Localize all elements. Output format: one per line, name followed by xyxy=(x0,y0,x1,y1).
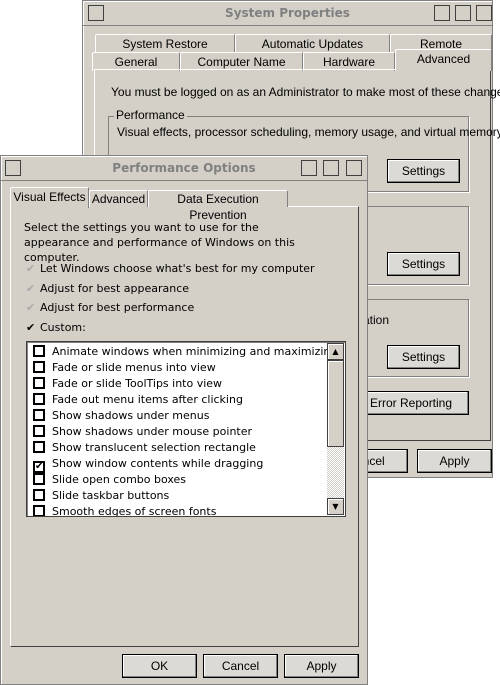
performance-label: Performance xyxy=(114,108,187,122)
system-menu-icon[interactable] xyxy=(5,160,21,176)
check-icon: ✔ xyxy=(26,321,36,334)
effect-label: Slide taskbar buttons xyxy=(52,489,170,502)
effect-item[interactable]: Show translucent selection rectangle xyxy=(27,440,345,456)
option-best-appearance[interactable]: ✔ Adjust for best appearance xyxy=(26,282,189,295)
scroll-down-button[interactable]: ▼ xyxy=(327,498,344,515)
effect-label: Slide open combo boxes xyxy=(52,473,187,486)
check-icon: ✔ xyxy=(26,301,36,314)
startup-recovery-settings-button[interactable]: Settings xyxy=(387,345,460,369)
tab-visual-effects[interactable]: Visual Effects xyxy=(10,187,89,208)
admin-note: You must be logged on as an Administrato… xyxy=(111,85,500,99)
effect-item[interactable]: Show shadows under mouse pointer xyxy=(27,424,345,440)
maximize-icon[interactable] xyxy=(323,160,339,176)
check-icon: ✔ xyxy=(26,262,36,275)
tab-advanced[interactable]: Advanced xyxy=(395,49,492,71)
option-label: Let Windows choose what's best for my co… xyxy=(40,262,315,275)
user-profiles-settings-button[interactable]: Settings xyxy=(387,252,460,276)
checkbox[interactable] xyxy=(33,505,45,516)
checkbox[interactable] xyxy=(33,425,45,437)
effect-item[interactable]: Slide taskbar buttons xyxy=(27,488,345,504)
apply-button[interactable]: Apply xyxy=(417,449,492,473)
window-title: Performance Options xyxy=(112,161,256,175)
effect-item[interactable]: Animate windows when minimizing and maxi… xyxy=(27,344,345,360)
option-label: Adjust for best appearance xyxy=(40,282,190,295)
effect-label: Smooth edges of screen fonts xyxy=(52,505,217,517)
effect-label: Animate windows when minimizing and maxi… xyxy=(52,345,338,358)
option-best-performance[interactable]: ✔ Adjust for best performance xyxy=(26,301,194,314)
effect-label: Show shadows under menus xyxy=(52,409,210,422)
effect-item[interactable]: Smooth edges of screen fonts xyxy=(27,504,345,517)
scrollbar[interactable]: ▲ ▼ xyxy=(327,343,344,515)
option-custom[interactable]: ✔ Custom: xyxy=(26,321,86,334)
tab-advanced[interactable]: Advanced xyxy=(89,190,148,207)
visual-effects-list[interactable]: Animate windows when minimizing and maxi… xyxy=(26,341,346,517)
effect-item[interactable]: Show shadows under menus xyxy=(27,408,345,424)
checkbox[interactable] xyxy=(33,409,45,421)
scrollbar-thumb[interactable] xyxy=(327,360,344,447)
effect-item[interactable]: Fade or slide ToolTips into view xyxy=(27,376,345,392)
performance-settings-button[interactable]: Settings xyxy=(387,159,460,183)
effect-label: Fade out menu items after clicking xyxy=(52,393,243,406)
effect-label: Fade or slide menus into view xyxy=(52,361,216,374)
tab-data-execution-prevention[interactable]: Data Execution Prevention xyxy=(148,190,288,222)
option-label: Custom: xyxy=(40,321,86,334)
minimize-icon[interactable] xyxy=(301,160,317,176)
checkbox[interactable] xyxy=(33,345,45,357)
apply-button[interactable]: Apply xyxy=(284,654,359,678)
restore-icon[interactable] xyxy=(476,5,492,21)
checkbox[interactable] xyxy=(33,377,45,389)
checkbox[interactable] xyxy=(33,473,45,485)
error-reporting-button[interactable]: Error Reporting xyxy=(355,391,469,415)
effect-label: Show shadows under mouse pointer xyxy=(52,425,253,438)
title-bar[interactable]: System Properties xyxy=(83,1,492,26)
tab-system-restore[interactable]: System Restore xyxy=(95,34,235,53)
performance-description: Visual effects, processor scheduling, me… xyxy=(117,125,500,139)
system-menu-icon[interactable] xyxy=(88,5,104,21)
effect-label: Show translucent selection rectangle xyxy=(52,441,256,454)
effect-label: Fade or slide ToolTips into view xyxy=(52,377,223,390)
effect-item[interactable]: Slide open combo boxes xyxy=(27,472,345,488)
ok-button[interactable]: OK xyxy=(122,654,197,678)
performance-options-window: Performance Options Visual Effects Advan… xyxy=(0,155,368,685)
cancel-button[interactable]: Cancel xyxy=(203,654,278,678)
tab-automatic-updates[interactable]: Automatic Updates xyxy=(235,34,390,53)
scroll-up-button[interactable]: ▲ xyxy=(327,343,344,360)
effect-item[interactable]: Fade out menu items after clicking xyxy=(27,392,345,408)
effect-item[interactable]: ✔ Show window contents while dragging xyxy=(27,456,345,473)
maximize-icon[interactable] xyxy=(455,5,471,21)
description: Select the settings you want to use for … xyxy=(24,221,295,264)
option-label: Adjust for best performance xyxy=(40,301,195,314)
effect-label: Show window contents while dragging xyxy=(52,457,264,470)
minimize-icon[interactable] xyxy=(434,5,450,21)
restore-icon[interactable] xyxy=(346,160,362,176)
checkbox[interactable] xyxy=(33,489,45,501)
effect-item[interactable]: Fade or slide menus into view xyxy=(27,360,345,376)
option-let-windows-choose[interactable]: ✔ Let Windows choose what's best for my c… xyxy=(26,262,315,275)
checkbox[interactable] xyxy=(33,441,45,453)
window-title: System Properties xyxy=(225,6,350,20)
check-icon: ✔ xyxy=(26,282,36,295)
checkbox[interactable] xyxy=(33,361,45,373)
checkbox[interactable] xyxy=(33,393,45,405)
